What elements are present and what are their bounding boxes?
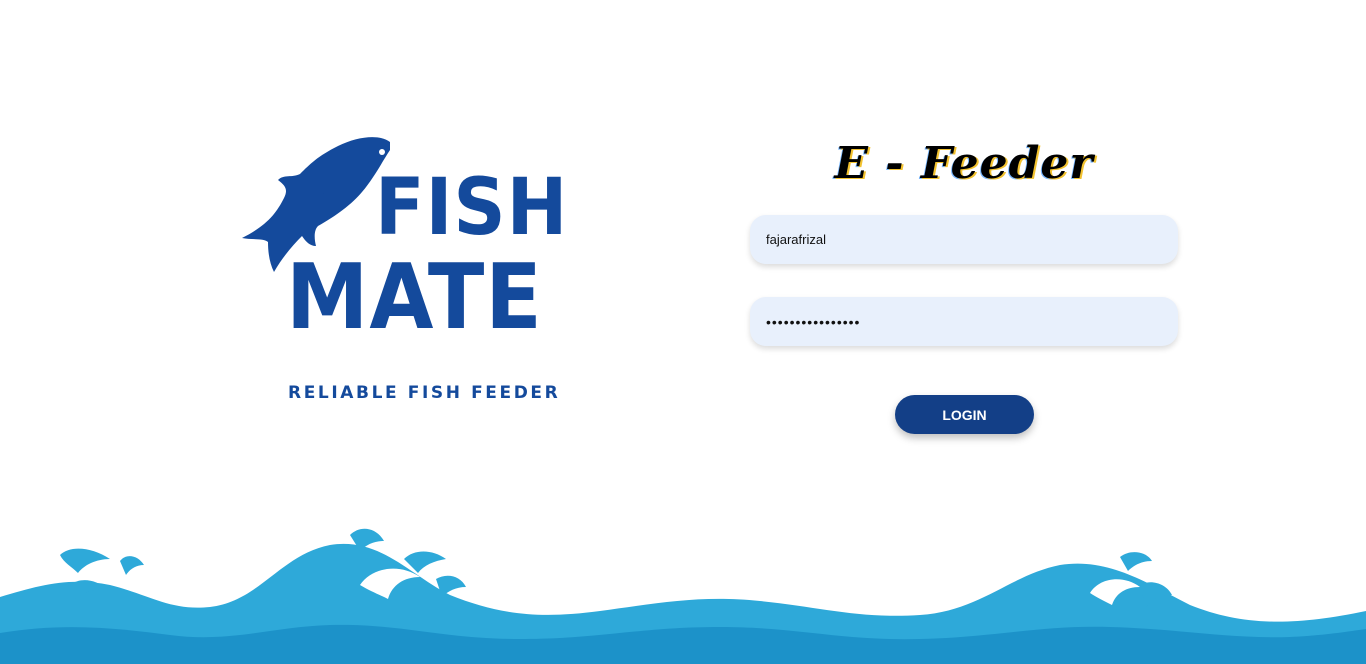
username-input[interactable] <box>750 215 1178 264</box>
logo-word-fish: FISH <box>375 163 569 253</box>
fishmate-logo: FISH MATE RELIABLE FISH FEEDER <box>230 125 580 415</box>
ocean-waves-decoration <box>0 528 1366 664</box>
brand-tagline: RELIABLE FISH FEEDER <box>288 383 561 403</box>
logo-word-mate: MATE <box>286 245 543 350</box>
password-input[interactable] <box>750 297 1178 346</box>
login-page: FISH MATE RELIABLE FISH FEEDER E - Feede… <box>0 0 1366 664</box>
login-button[interactable]: LOGIN <box>895 395 1034 434</box>
app-title: E - Feeder <box>834 138 1094 189</box>
